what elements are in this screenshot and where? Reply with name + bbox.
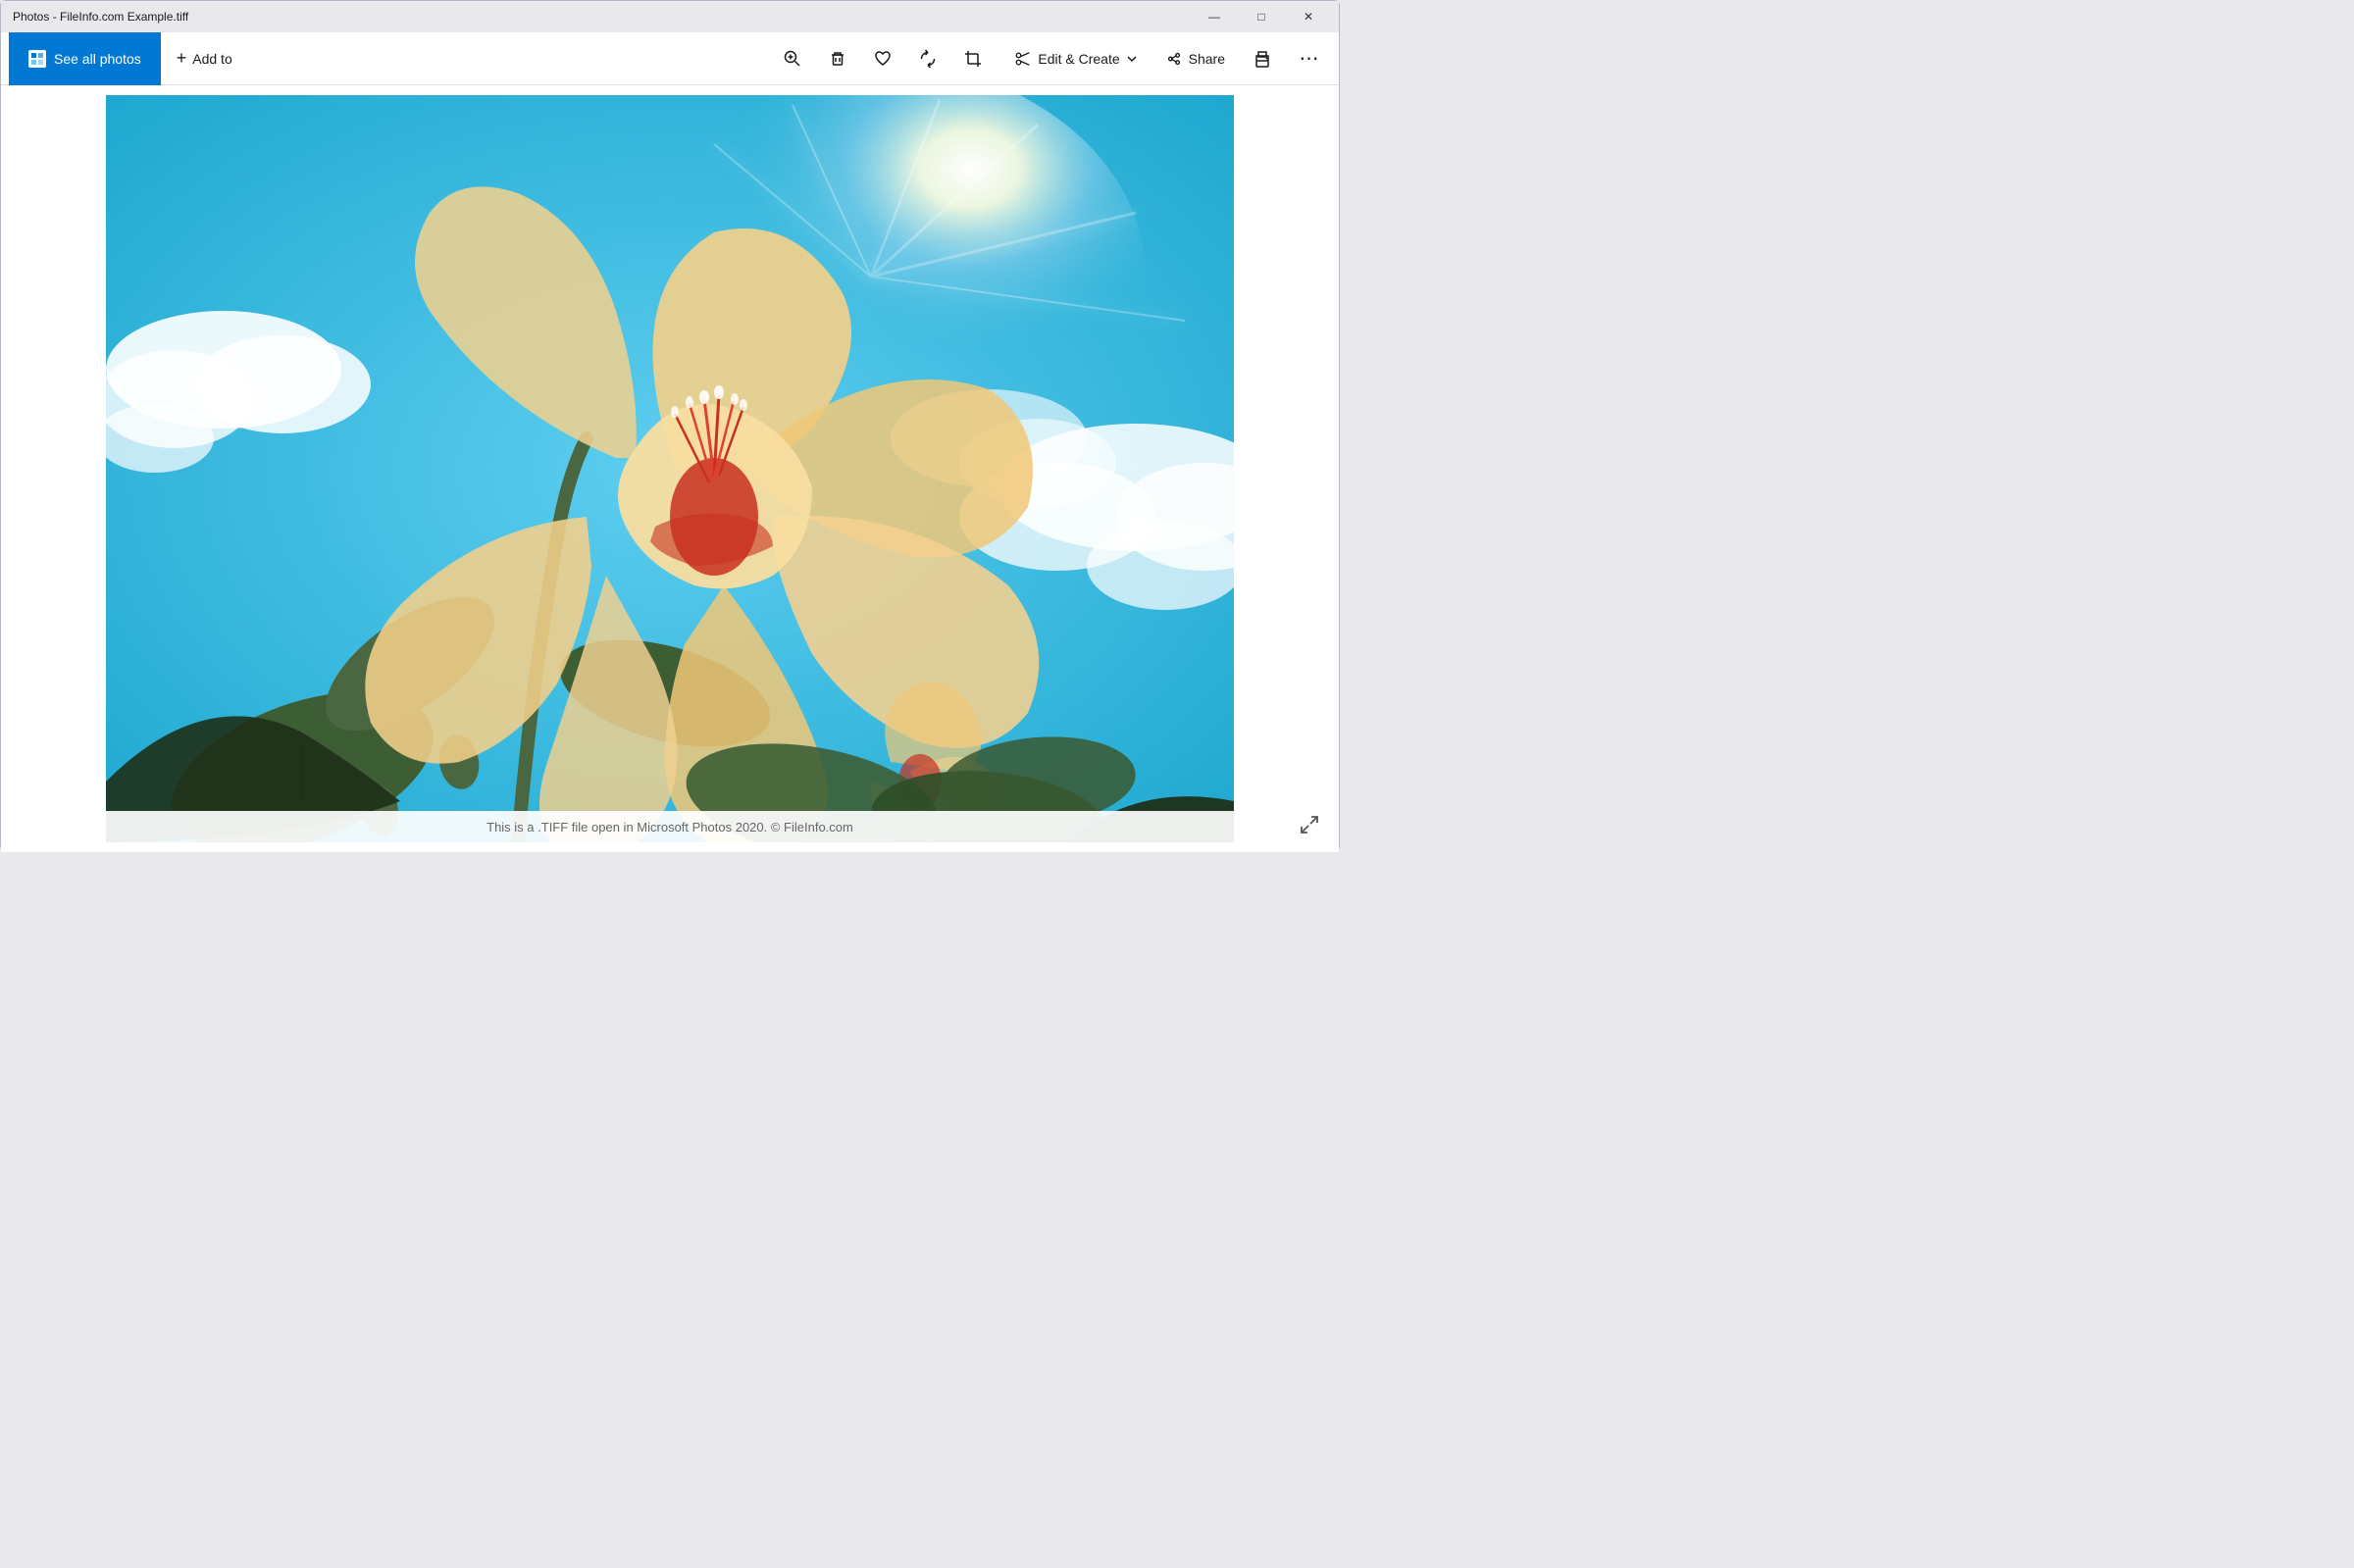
photo-image	[106, 95, 1234, 842]
more-dots-icon: ⋯	[1300, 49, 1320, 69]
crop-icon	[963, 49, 983, 69]
edit-create-button[interactable]: Edit & Create	[1002, 37, 1149, 80]
delete-icon	[828, 49, 847, 69]
close-button[interactable]: ✕	[1286, 1, 1331, 32]
print-button[interactable]	[1241, 37, 1284, 80]
zoom-button[interactable]	[771, 37, 814, 80]
minimize-icon: —	[1208, 10, 1220, 24]
main-content: This is a .TIFF file open in Microsoft P…	[1, 85, 1339, 852]
expand-icon	[1299, 814, 1320, 835]
delete-button[interactable]	[816, 37, 859, 80]
favorite-button[interactable]	[861, 37, 904, 80]
rotate-button[interactable]	[906, 37, 949, 80]
caption-text: This is a .TIFF file open in Microsoft P…	[486, 820, 853, 835]
print-icon	[1253, 49, 1272, 69]
caption-bar: This is a .TIFF file open in Microsoft P…	[106, 811, 1234, 842]
share-icon	[1165, 50, 1183, 68]
maximize-button[interactable]: □	[1239, 1, 1284, 32]
share-label: Share	[1189, 51, 1225, 67]
share-button[interactable]: Share	[1153, 37, 1237, 80]
scissors-icon	[1014, 50, 1032, 68]
crop-button[interactable]	[951, 37, 995, 80]
toolbar: See all photos + Add to	[1, 32, 1339, 85]
zoom-icon	[783, 49, 802, 69]
photos-app-icon	[28, 50, 46, 68]
title-bar: Photos - FileInfo.com Example.tiff — □ ✕	[1, 1, 1339, 32]
edit-create-label: Edit & Create	[1038, 51, 1119, 67]
toolbar-right: Edit & Create Share	[1002, 37, 1331, 80]
add-to-button[interactable]: + Add to	[161, 32, 248, 85]
rotate-icon	[918, 49, 938, 69]
window-title: Photos - FileInfo.com Example.tiff	[13, 10, 188, 24]
see-all-photos-button[interactable]: See all photos	[9, 32, 161, 85]
expand-button[interactable]	[1292, 807, 1327, 842]
photo-container: This is a .TIFF file open in Microsoft P…	[106, 95, 1234, 842]
maximize-icon: □	[1257, 10, 1264, 24]
title-bar-controls: — □ ✕	[1192, 1, 1331, 32]
plus-icon: +	[177, 48, 187, 69]
chevron-down-icon	[1126, 53, 1138, 65]
heart-icon	[873, 49, 893, 69]
see-all-photos-label: See all photos	[54, 51, 141, 67]
minimize-button[interactable]: —	[1192, 1, 1237, 32]
toolbar-icons	[771, 37, 995, 80]
close-icon: ✕	[1304, 10, 1313, 24]
more-button[interactable]: ⋯	[1288, 37, 1331, 80]
add-to-label: Add to	[192, 51, 231, 67]
